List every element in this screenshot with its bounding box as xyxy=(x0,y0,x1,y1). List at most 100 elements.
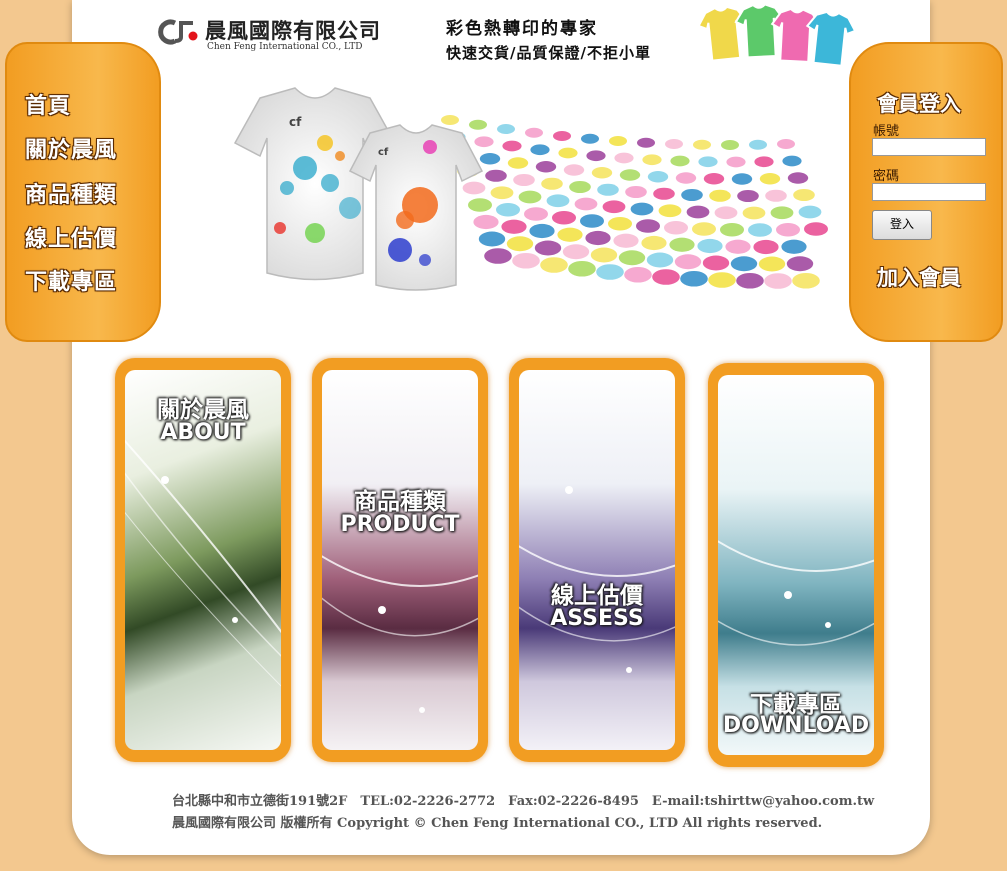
banner-dot xyxy=(702,255,730,271)
banner-dot xyxy=(637,137,655,148)
banner-dot xyxy=(703,173,725,185)
banner-dot xyxy=(698,156,718,168)
banner-dot xyxy=(714,206,738,220)
banner-dot xyxy=(518,190,542,204)
banner-dot xyxy=(541,177,563,190)
nav-download[interactable]: 下載專區 xyxy=(25,264,117,296)
banner-dot xyxy=(586,150,606,162)
banner-dot xyxy=(619,169,641,181)
banner-dot xyxy=(497,124,515,134)
banner-dot xyxy=(726,156,746,168)
banner-dot xyxy=(720,223,744,237)
panel-product-swirl xyxy=(322,555,478,713)
nav-about[interactable]: 關於晨風 xyxy=(25,132,117,164)
banner-dot xyxy=(614,152,634,164)
banner-dot xyxy=(652,269,680,285)
banner-dot xyxy=(708,272,736,288)
panel-assess[interactable]: 線上估價 ASSESS xyxy=(509,358,685,762)
banner-dot xyxy=(553,131,571,141)
banner-dot xyxy=(686,205,710,219)
banner-dot xyxy=(758,256,786,272)
banner-dot xyxy=(742,206,766,220)
banner-dot xyxy=(731,173,753,185)
banner-dot xyxy=(602,200,626,214)
banner-dot xyxy=(664,221,688,235)
nav-quote[interactable]: 線上估價 xyxy=(25,221,117,253)
banner-dot xyxy=(534,240,562,256)
banner-dot xyxy=(478,231,506,247)
banner-dot xyxy=(770,206,794,220)
tagline-primary: 彩色熱轉印的專家 xyxy=(446,19,598,39)
banner-dot xyxy=(697,238,723,254)
banner-dot xyxy=(557,227,583,242)
footer-copyright: 晨風國際有限公司 版權所有 Copyright © Chen Feng Inte… xyxy=(172,816,823,831)
banner-dot xyxy=(502,140,522,152)
banner-dot xyxy=(737,189,759,203)
banner-dot xyxy=(680,270,708,287)
banner-dot xyxy=(490,186,514,200)
panel-about-title-en: ABOUT xyxy=(160,420,246,445)
banner-dot xyxy=(692,222,716,236)
banner-dot xyxy=(569,180,591,194)
banner-dot xyxy=(725,239,751,254)
banner-dot xyxy=(529,223,555,239)
banner-dot xyxy=(558,147,578,159)
panel-download[interactable]: 下載專區 DOWNLOAD xyxy=(708,363,884,767)
banner-dot xyxy=(596,264,624,280)
banner-dot xyxy=(693,139,711,150)
login-button[interactable]: 登入 xyxy=(872,210,932,240)
banner-dot xyxy=(777,139,795,149)
panel-product-title-en: PRODUCT xyxy=(340,512,460,537)
banner-dot xyxy=(670,155,690,167)
panel-product[interactable]: 商品種類 PRODUCT xyxy=(312,358,488,762)
tagline-secondary: 快速交貨/品質保證/不拒小單 xyxy=(446,44,651,62)
banner-dot xyxy=(674,254,702,270)
banner-dot xyxy=(730,256,758,272)
banner-dot xyxy=(496,203,520,217)
banner-dot xyxy=(630,202,654,216)
banner-dot xyxy=(574,197,598,211)
banner-dot xyxy=(736,272,764,289)
banner-dot xyxy=(525,127,543,138)
banner-dot xyxy=(540,257,568,273)
nav-home[interactable]: 首頁 xyxy=(25,88,71,120)
banner-dot xyxy=(485,169,507,182)
banner-dot xyxy=(636,219,660,233)
banner-dot xyxy=(441,115,459,125)
banner-dot xyxy=(721,140,739,150)
panel-download-title-en: DOWNLOAD xyxy=(722,713,870,738)
banner-dot xyxy=(580,214,604,228)
banner-dot xyxy=(568,260,596,277)
banner-dot xyxy=(585,230,611,246)
banner-dot xyxy=(669,237,695,252)
panel-assess-swirl xyxy=(519,486,675,673)
nav-products[interactable]: 商品種類 xyxy=(25,177,117,209)
banner-dot xyxy=(625,185,647,199)
banner-dot xyxy=(608,217,632,231)
account-label: 帳號 xyxy=(873,124,900,139)
password-input[interactable] xyxy=(872,183,986,201)
banner-dot xyxy=(781,239,807,254)
banner-dot xyxy=(535,161,557,173)
banner-dot xyxy=(646,252,674,268)
banner-dot xyxy=(658,204,682,218)
banner-dot xyxy=(792,272,820,289)
banner-dot xyxy=(546,194,570,208)
panel-product-title-zh: 商品種類 xyxy=(354,489,446,515)
panel-about[interactable]: 關於晨風 ABOUT xyxy=(115,358,291,762)
banner-dot xyxy=(462,181,486,195)
banner-dot xyxy=(501,219,527,234)
panel-assess-title-en: ASSESS xyxy=(550,606,644,631)
join-member-link[interactable]: 加入會員 xyxy=(877,262,961,292)
banner-dot xyxy=(776,223,800,237)
left-nav-sidebar: 首頁 關於晨風 商品種類 線上估價 下載專區 xyxy=(5,42,161,342)
banner-dot xyxy=(765,189,787,202)
banner-dot xyxy=(613,233,639,248)
banner-dot xyxy=(513,173,535,187)
account-input[interactable] xyxy=(872,138,986,156)
banner-dot xyxy=(759,173,781,185)
svg-text:cf: cf xyxy=(289,115,302,129)
banner-dot xyxy=(468,198,492,212)
banner-dot xyxy=(609,136,627,146)
banner-dot xyxy=(764,273,792,289)
